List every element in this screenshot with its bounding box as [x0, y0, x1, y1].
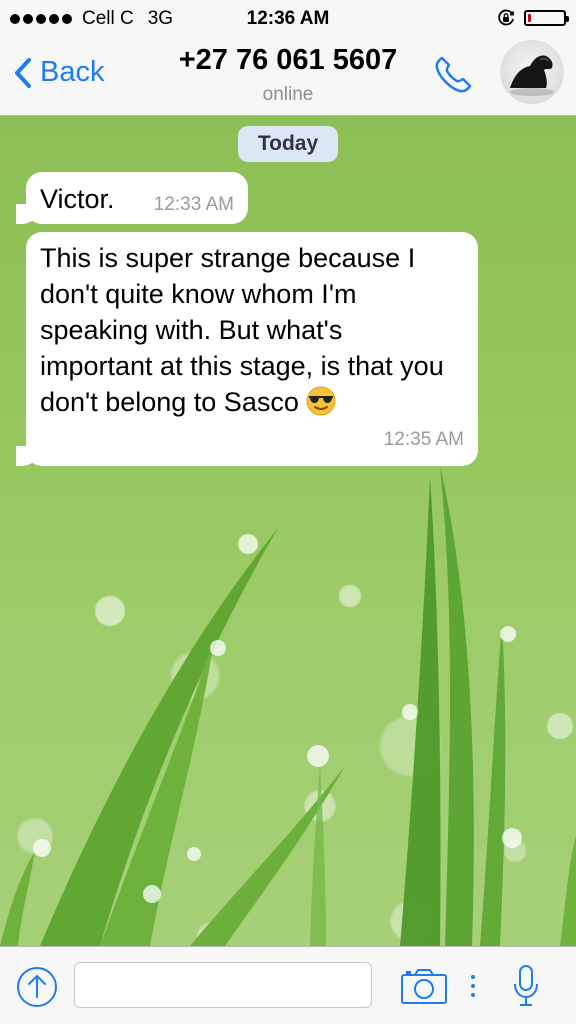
message-time: 12:33 AM — [153, 194, 234, 215]
battery-level — [528, 14, 531, 22]
battery-icon — [524, 10, 569, 26]
message-text: Victor. — [40, 184, 115, 214]
status-bar: Cell C 3G 12:36 AM — [0, 0, 576, 38]
contact-name[interactable]: +27 76 061 5607 — [0, 44, 576, 77]
orientation-lock-icon — [498, 9, 514, 26]
status-icons — [496, 8, 569, 28]
more-dots-icon[interactable] — [471, 975, 475, 997]
message-time: 12:35 AM — [383, 429, 464, 450]
message-bubble[interactable]: This is super strange because I don't qu… — [16, 232, 478, 466]
presence-status: online — [262, 84, 314, 105]
message-text: This is super strange because I don't qu… — [40, 243, 444, 417]
status-time: 12:36 AM — [246, 8, 330, 29]
date-separator: Today — [238, 126, 338, 162]
upload-arrow-icon[interactable] — [15, 965, 59, 1009]
sunglasses-emoji-icon — [306, 386, 336, 416]
chat-area[interactable]: Today Victor. 12:33 AM This is super str… — [0, 116, 576, 946]
avatar-image — [510, 55, 554, 96]
contact-avatar[interactable] — [500, 40, 564, 104]
message-input[interactable] — [74, 962, 372, 1008]
chat-header: Back +27 76 061 5607 online — [0, 38, 576, 116]
compose-bar — [0, 946, 576, 1024]
camera-icon[interactable] — [400, 967, 448, 1005]
microphone-icon[interactable] — [512, 964, 540, 1008]
phone-call-icon[interactable] — [430, 52, 476, 98]
message-bubble[interactable]: Victor. 12:33 AM — [16, 172, 248, 224]
